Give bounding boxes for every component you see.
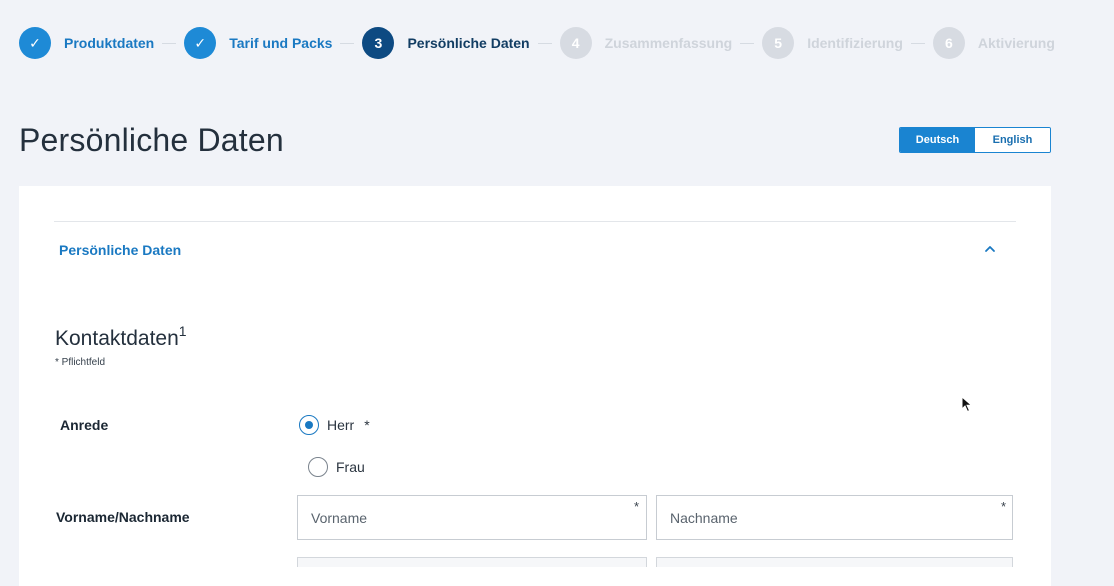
language-switch: Deutsch English (899, 127, 1051, 153)
mouse-cursor-icon (961, 396, 973, 413)
language-deutsch-button[interactable]: Deutsch (900, 128, 975, 152)
step-connector (537, 42, 552, 44)
name-label: Vorname/Nachname (56, 509, 190, 525)
step-4-number: 4 (559, 27, 592, 59)
last-name-input[interactable] (656, 495, 1013, 540)
step-connector (910, 42, 925, 44)
step-produktdaten[interactable]: ✓ Produktdaten (19, 27, 154, 59)
step-tarif-und-packs[interactable]: ✓ Tarif und Packs (184, 27, 332, 59)
first-name-required-marker: * (634, 499, 640, 514)
step-5-number: 5 (762, 27, 795, 59)
step-5-label: Identifizierung (807, 35, 903, 51)
first-name-input[interactable] (297, 495, 647, 540)
required-field-note: * Pflichtfeld (55, 357, 106, 368)
step-3-number: 3 (362, 27, 395, 59)
step-1-label: Produktdaten (64, 35, 155, 51)
language-english-button[interactable]: English (975, 128, 1050, 152)
step-1-check-icon: ✓ (19, 27, 51, 59)
step-connector (340, 42, 355, 44)
radio-herr-button[interactable] (299, 415, 319, 435)
last-name-required-marker: * (1001, 499, 1007, 514)
step-identifizierung: 5 Identifizierung (762, 27, 903, 59)
radio-frau-label: Frau (336, 459, 365, 475)
next-field-input[interactable] (297, 557, 647, 567)
chevron-up-icon[interactable] (983, 242, 997, 256)
page-title: Persönliche Daten (19, 122, 284, 158)
section-header-persoenliche-daten[interactable]: Persönliche Daten (59, 242, 181, 258)
required-marker: * (364, 417, 370, 433)
radio-frau-button[interactable] (308, 457, 328, 477)
next-field-input[interactable] (656, 557, 1013, 567)
step-connector (162, 42, 177, 44)
radio-frau[interactable]: Frau (308, 457, 365, 477)
step-6-number: 6 (932, 27, 965, 59)
step-2-label: Tarif und Packs (229, 35, 333, 51)
step-aktivierung: 6 Aktivierung (932, 27, 1055, 59)
progress-stepper: ✓ Produktdaten ✓ Tarif und Packs 3 Persö… (19, 26, 1055, 60)
step-4-label: Zusammenfassung (604, 35, 733, 51)
step-6-label: Aktivierung (977, 35, 1055, 51)
step-persoenliche-daten: 3 Persönliche Daten (362, 27, 530, 59)
contact-section-title: Kontaktdaten1 (55, 323, 187, 350)
step-zusammenfassung: 4 Zusammenfassung (559, 27, 733, 59)
step-3-label: Persönliche Daten (407, 35, 530, 51)
step-2-check-icon: ✓ (184, 27, 217, 59)
salutation-label: Anrede (60, 417, 109, 433)
footnote-marker: 1 (178, 323, 187, 339)
radio-herr[interactable]: Herr * (299, 415, 370, 435)
form-card: Persönliche Daten Kontaktdaten1 * Pflich… (19, 186, 1051, 586)
divider (54, 221, 1016, 222)
step-connector (740, 42, 755, 44)
radio-herr-label: Herr (327, 417, 355, 433)
